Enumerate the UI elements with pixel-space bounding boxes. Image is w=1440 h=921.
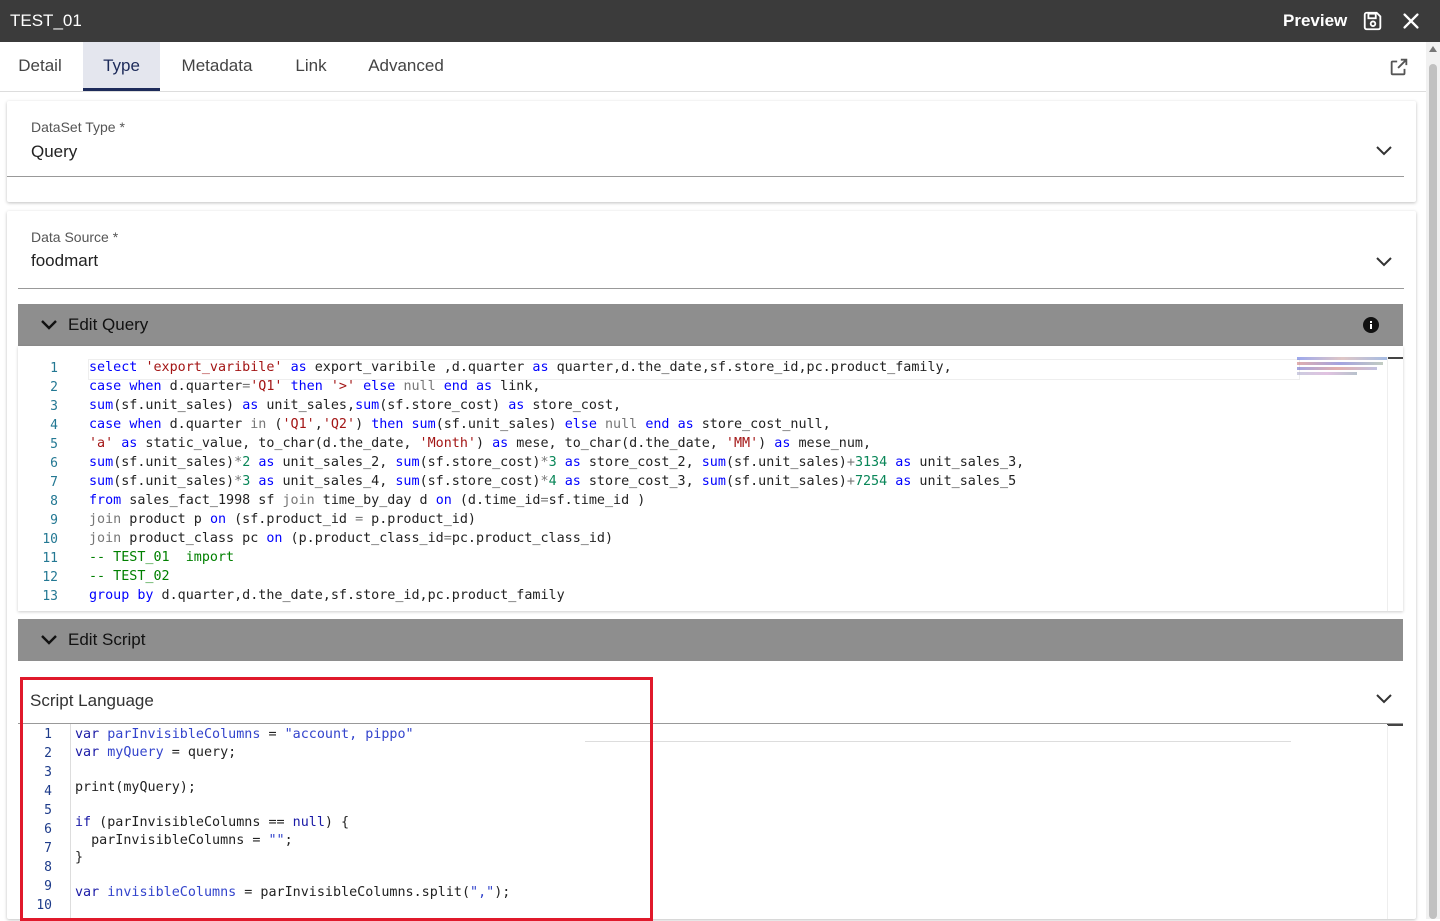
- minimap[interactable]: [1297, 357, 1389, 379]
- code-line: group by d.quarter,d.the_date,sf.store_i…: [89, 588, 565, 603]
- line-number: 2: [44, 746, 52, 761]
- line-number: 9: [44, 879, 52, 894]
- code-line: var myQuery = query;: [75, 745, 237, 760]
- save-icon[interactable]: [1362, 10, 1384, 32]
- line-number: 10: [42, 532, 58, 547]
- close-icon[interactable]: [1400, 10, 1422, 32]
- line-number: 7: [50, 475, 58, 490]
- line-number: 6: [44, 822, 52, 837]
- query-editor[interactable]: 1 2 3 4 5 6 7 8 9 10 11 12 13 select 'ex…: [18, 346, 1403, 611]
- code-line: parInvisibleColumns = "";: [75, 833, 293, 848]
- line-number: 1: [44, 727, 52, 742]
- tab-link[interactable]: Link: [282, 42, 340, 90]
- chevron-down-icon[interactable]: [1375, 693, 1393, 705]
- scroll-up-arrow-icon[interactable]: [1429, 46, 1437, 52]
- editor-current-line: [585, 741, 1291, 742]
- line-number: 10: [36, 898, 52, 913]
- title-bar: TEST_01 Preview: [0, 0, 1440, 42]
- dataset-type-select[interactable]: Query: [31, 142, 77, 162]
- code-line: 'a' as static_value, to_char(d.the_date,…: [89, 436, 872, 451]
- edit-script-body: Script Language 1 2 3 4 5 6 7 8 9 10 var…: [18, 661, 1403, 919]
- code-line: case when d.quarter in ('Q1','Q2') then …: [89, 417, 831, 432]
- line-number: 3: [50, 399, 58, 414]
- line-number: 9: [50, 513, 58, 528]
- editor-vertical-ruler: [1387, 725, 1388, 919]
- preview-button[interactable]: Preview: [1283, 11, 1347, 31]
- code-line: sum(sf.unit_sales) as unit_sales,sum(sf.…: [89, 398, 622, 413]
- code-line: sum(sf.unit_sales)*2 as unit_sales_2, su…: [89, 455, 1025, 470]
- line-number: 8: [44, 860, 52, 875]
- chevron-down-icon[interactable]: [40, 633, 58, 647]
- editor-vertical-ruler: [1387, 357, 1388, 611]
- code-line: case when d.quarter='Q1' then '>' else n…: [89, 379, 541, 394]
- edit-script-header[interactable]: Edit Script: [18, 619, 1403, 661]
- code-line: join product p on (sf.product_id = p.pro…: [89, 512, 476, 527]
- tab-detail[interactable]: Detail: [5, 42, 75, 90]
- line-number: 13: [42, 589, 58, 604]
- data-source-select[interactable]: foodmart: [31, 251, 98, 271]
- code-line: -- TEST_01 import: [89, 550, 235, 565]
- tab-type[interactable]: Type: [83, 42, 160, 91]
- line-number: 12: [42, 570, 58, 585]
- data-source-label: Data Source *: [31, 229, 119, 245]
- line-number: 8: [50, 494, 58, 509]
- editor-scroll-marker: [1387, 357, 1403, 359]
- code-line: var invisibleColumns = parInvisibleColum…: [75, 885, 511, 900]
- line-number: 1: [50, 361, 58, 376]
- tab-advanced[interactable]: Advanced: [358, 42, 454, 90]
- share-icon[interactable]: [1388, 56, 1410, 78]
- code-line: if (parInvisibleColumns == null) {: [75, 815, 350, 830]
- code-line: var parInvisibleColumns = "account, pipp…: [75, 727, 414, 742]
- chevron-down-icon[interactable]: [1375, 145, 1393, 157]
- chevron-down-icon[interactable]: [40, 318, 58, 332]
- field-underline: [18, 288, 1404, 289]
- edit-query-title: Edit Query: [68, 315, 149, 334]
- tab-metadata[interactable]: Metadata: [170, 42, 264, 90]
- code-line: print(myQuery);: [75, 780, 196, 795]
- line-number: 5: [44, 803, 52, 818]
- gutter-divider: [70, 724, 71, 919]
- line-number: 5: [50, 437, 58, 452]
- scrollbar-thumb[interactable]: [1429, 64, 1437, 919]
- edit-query-header[interactable]: Edit Query: [18, 304, 1403, 346]
- script-language-select[interactable]: Script Language: [30, 691, 154, 711]
- dataset-type-label: DataSet Type *: [31, 119, 125, 135]
- line-number: 4: [44, 784, 52, 799]
- field-underline: [18, 723, 1403, 724]
- editor-scroll-marker: [1387, 724, 1403, 726]
- code-line: }: [75, 850, 84, 865]
- window-title: TEST_01: [10, 11, 82, 30]
- chevron-down-icon[interactable]: [1375, 256, 1393, 268]
- tab-bar: Detail Type Metadata Link Advanced: [0, 42, 1428, 92]
- line-number: 3: [44, 765, 52, 780]
- line-number: 11: [42, 551, 58, 566]
- edit-script-title: Edit Script: [68, 630, 146, 649]
- info-icon[interactable]: [1362, 316, 1380, 334]
- code-line: join product_class pc on (p.product_clas…: [89, 531, 614, 546]
- line-number: 4: [50, 418, 58, 433]
- page-scrollbar[interactable]: [1426, 42, 1440, 919]
- code-line: select 'export_varibile' as export_varib…: [89, 360, 952, 375]
- line-number: 7: [44, 841, 52, 856]
- code-line: -- TEST_02: [89, 569, 170, 584]
- code-line: from sales_fact_1998 sf join time_by_day…: [89, 493, 646, 508]
- line-number: 2: [50, 380, 58, 395]
- code-line: sum(sf.unit_sales)*3 as unit_sales_4, su…: [89, 474, 1017, 489]
- field-underline: [7, 176, 1404, 177]
- line-number: 6: [50, 456, 58, 471]
- dataset-type-card: DataSet Type * Query: [7, 101, 1416, 202]
